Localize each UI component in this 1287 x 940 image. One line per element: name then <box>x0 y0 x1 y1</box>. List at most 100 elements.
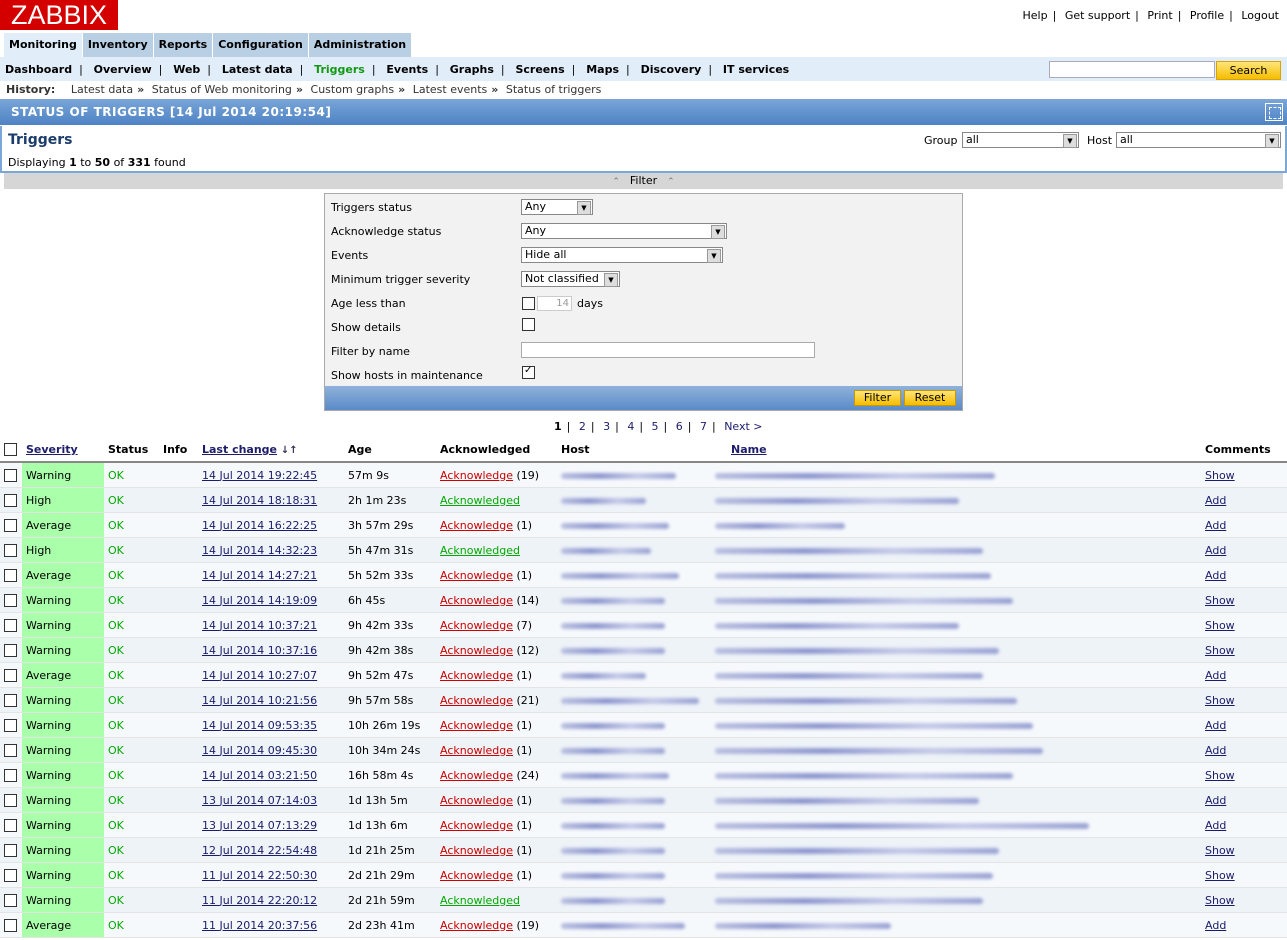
comments-link[interactable]: Add <box>1205 569 1226 582</box>
print-link[interactable]: Print <box>1147 9 1172 22</box>
last-change-link[interactable]: 11 Jul 2014 22:20:12 <box>202 894 317 907</box>
host-name-blurred[interactable] <box>561 572 679 579</box>
history-web-monitoring[interactable]: Status of Web monitoring <box>152 83 292 96</box>
host-name-blurred[interactable] <box>561 722 665 729</box>
acknowledge-link[interactable]: Acknowledge <box>440 669 513 682</box>
last-change-link[interactable]: 14 Jul 2014 19:22:45 <box>202 469 317 482</box>
trigger-name-blurred[interactable] <box>715 547 983 554</box>
acknowledge-link[interactable]: Acknowledge <box>440 744 513 757</box>
host-name-blurred[interactable] <box>561 922 685 929</box>
trigger-name-blurred[interactable] <box>715 847 999 854</box>
acknowledge-link[interactable]: Acknowledged <box>440 544 520 557</box>
filter-by-name-input[interactable] <box>521 342 815 358</box>
acknowledge-link[interactable]: Acknowledged <box>440 494 520 507</box>
acknowledge-link[interactable]: Acknowledge <box>440 569 513 582</box>
trigger-name-blurred[interactable] <box>715 622 959 629</box>
page-link[interactable]: 7 <box>700 420 707 433</box>
last-change-link[interactable]: 14 Jul 2014 14:19:09 <box>202 594 317 607</box>
filter-button[interactable]: Filter <box>854 390 901 406</box>
acknowledge-link[interactable]: Acknowledge <box>440 769 513 782</box>
row-checkbox[interactable] <box>4 543 17 557</box>
row-checkbox[interactable] <box>4 468 17 482</box>
submenu-graphs[interactable]: Graphs <box>450 63 494 76</box>
sort-last-change[interactable]: Last change <box>202 443 277 456</box>
search-button[interactable]: Search <box>1216 61 1281 80</box>
zabbix-logo[interactable]: ZABBIX <box>0 0 118 30</box>
host-name-blurred[interactable] <box>561 822 665 829</box>
row-checkbox[interactable] <box>4 693 17 707</box>
page-link[interactable]: 2 <box>579 420 586 433</box>
row-checkbox[interactable] <box>4 818 17 832</box>
row-checkbox[interactable] <box>4 718 17 732</box>
acknowledge-link[interactable]: Acknowledge <box>440 469 513 482</box>
comments-link[interactable]: Show <box>1205 469 1235 482</box>
acknowledge-link[interactable]: Acknowledge <box>440 819 513 832</box>
last-change-link[interactable]: 14 Jul 2014 09:45:30 <box>202 744 317 757</box>
reset-button[interactable]: Reset <box>904 390 956 406</box>
page-link[interactable]: 6 <box>676 420 683 433</box>
min-severity-select[interactable]: Not classified <box>521 271 620 287</box>
show-details-checkbox[interactable] <box>522 318 535 331</box>
last-change-link[interactable]: 14 Jul 2014 10:37:21 <box>202 619 317 632</box>
host-name-blurred[interactable] <box>561 472 676 479</box>
acknowledge-link[interactable]: Acknowledged <box>440 894 520 907</box>
last-change-link[interactable]: 14 Jul 2014 10:37:16 <box>202 644 317 657</box>
tab-reports[interactable]: Reports <box>153 33 213 57</box>
host-name-blurred[interactable] <box>561 897 665 904</box>
trigger-name-blurred[interactable] <box>715 497 959 504</box>
last-change-link[interactable]: 14 Jul 2014 09:53:35 <box>202 719 317 732</box>
comments-link[interactable]: Show <box>1205 619 1235 632</box>
comments-link[interactable]: Show <box>1205 869 1235 882</box>
trigger-name-blurred[interactable] <box>715 522 845 529</box>
last-change-link[interactable]: 14 Jul 2014 14:27:21 <box>202 569 317 582</box>
comments-link[interactable]: Show <box>1205 644 1235 657</box>
acknowledge-link[interactable]: Acknowledge <box>440 619 513 632</box>
comments-link[interactable]: Show <box>1205 894 1235 907</box>
acknowledge-link[interactable]: Acknowledge <box>440 594 513 607</box>
row-checkbox[interactable] <box>4 518 17 532</box>
comments-link[interactable]: Add <box>1205 819 1226 832</box>
row-checkbox[interactable] <box>4 893 17 907</box>
age-input[interactable]: 14 <box>537 296 572 311</box>
submenu-overview[interactable]: Overview <box>94 63 152 76</box>
comments-link[interactable]: Show <box>1205 769 1235 782</box>
trigger-name-blurred[interactable] <box>715 872 993 879</box>
row-checkbox[interactable] <box>4 743 17 757</box>
last-change-link[interactable]: 14 Jul 2014 14:32:23 <box>202 544 317 557</box>
last-change-link[interactable]: 11 Jul 2014 20:37:56 <box>202 919 317 932</box>
submenu-latest-data[interactable]: Latest data <box>222 63 293 76</box>
row-checkbox[interactable] <box>4 568 17 582</box>
acknowledge-link[interactable]: Acknowledge <box>440 919 513 932</box>
row-checkbox[interactable] <box>4 643 17 657</box>
host-name-blurred[interactable] <box>561 872 665 879</box>
comments-link[interactable]: Add <box>1205 719 1226 732</box>
sort-severity[interactable]: Severity <box>26 443 78 456</box>
tab-inventory[interactable]: Inventory <box>82 33 153 57</box>
trigger-name-blurred[interactable] <box>715 922 891 929</box>
trigger-name-blurred[interactable] <box>715 672 983 679</box>
last-change-link[interactable]: 14 Jul 2014 10:21:56 <box>202 694 317 707</box>
last-change-link[interactable]: 14 Jul 2014 10:27:07 <box>202 669 317 682</box>
help-link[interactable]: Help <box>1023 9 1048 22</box>
fullscreen-icon[interactable] <box>1265 103 1283 121</box>
trigger-name-blurred[interactable] <box>715 747 1043 754</box>
host-name-blurred[interactable] <box>561 697 699 704</box>
submenu-dashboard[interactable]: Dashboard <box>5 63 72 76</box>
tab-configuration[interactable]: Configuration <box>213 33 308 57</box>
host-name-blurred[interactable] <box>561 672 646 679</box>
row-checkbox[interactable] <box>4 593 17 607</box>
submenu-screens[interactable]: Screens <box>515 63 564 76</box>
comments-link[interactable]: Add <box>1205 669 1226 682</box>
row-checkbox[interactable] <box>4 868 17 882</box>
trigger-name-blurred[interactable] <box>715 772 1013 779</box>
submenu-triggers[interactable]: Triggers <box>314 63 365 76</box>
comments-link[interactable]: Add <box>1205 519 1226 532</box>
acknowledge-link[interactable]: Acknowledge <box>440 844 513 857</box>
host-select[interactable]: all <box>1116 132 1281 148</box>
history-latest-data[interactable]: Latest data <box>71 83 133 96</box>
host-name-blurred[interactable] <box>561 647 665 654</box>
trigger-name-blurred[interactable] <box>715 897 983 904</box>
trigger-name-blurred[interactable] <box>715 597 1013 604</box>
profile-link[interactable]: Profile <box>1190 9 1224 22</box>
host-name-blurred[interactable] <box>561 622 665 629</box>
